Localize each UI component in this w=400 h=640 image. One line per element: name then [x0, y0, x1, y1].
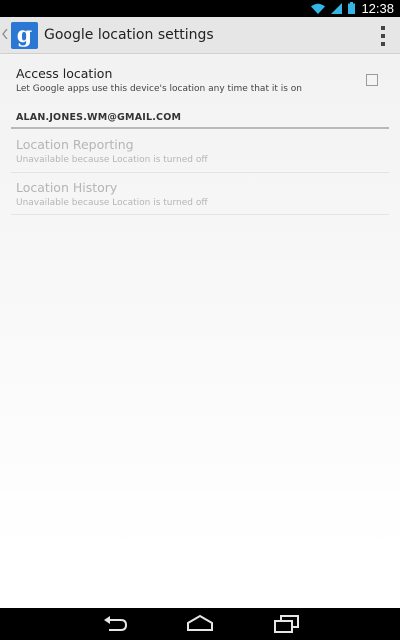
- row-divider: [11, 172, 389, 173]
- access-location-title: Access location: [16, 66, 113, 81]
- location-reporting-item[interactable]: Location Reporting Unavailable because L…: [16, 137, 390, 165]
- back-icon[interactable]: [101, 614, 129, 634]
- access-location-checkbox[interactable]: [366, 74, 378, 86]
- action-bar: g Google location settings: [0, 17, 400, 54]
- chevron-left-icon[interactable]: [2, 28, 11, 42]
- location-reporting-title: Location Reporting: [16, 137, 134, 152]
- wifi-icon: [311, 0, 326, 18]
- clock: 12:38: [361, 1, 394, 16]
- logo-glyph: g: [16, 22, 33, 48]
- recent-apps-icon[interactable]: [272, 614, 300, 634]
- page-title: Google location settings: [44, 27, 214, 43]
- google-logo-icon[interactable]: g: [11, 21, 38, 49]
- overflow-menu-icon[interactable]: [378, 26, 388, 46]
- battery-icon: [348, 0, 356, 18]
- row-divider: [11, 214, 389, 215]
- access-location-summary: Let Google apps use this device's locati…: [16, 84, 302, 94]
- location-reporting-summary: Unavailable because Location is turned o…: [16, 155, 208, 165]
- navigation-bar: [0, 608, 400, 640]
- status-bar: 12:38: [0, 0, 400, 17]
- access-location-item[interactable]: Access location Let Google apps use this…: [16, 66, 390, 94]
- home-icon[interactable]: [186, 614, 214, 634]
- account-header: ALAN.JONES.WM@GMAIL.COM: [16, 112, 182, 123]
- location-history-summary: Unavailable because Location is turned o…: [16, 198, 208, 208]
- location-history-title: Location History: [16, 180, 118, 195]
- account-divider: [11, 127, 389, 129]
- signal-icon: [331, 0, 343, 18]
- location-history-item[interactable]: Location History Unavailable because Loc…: [16, 180, 390, 208]
